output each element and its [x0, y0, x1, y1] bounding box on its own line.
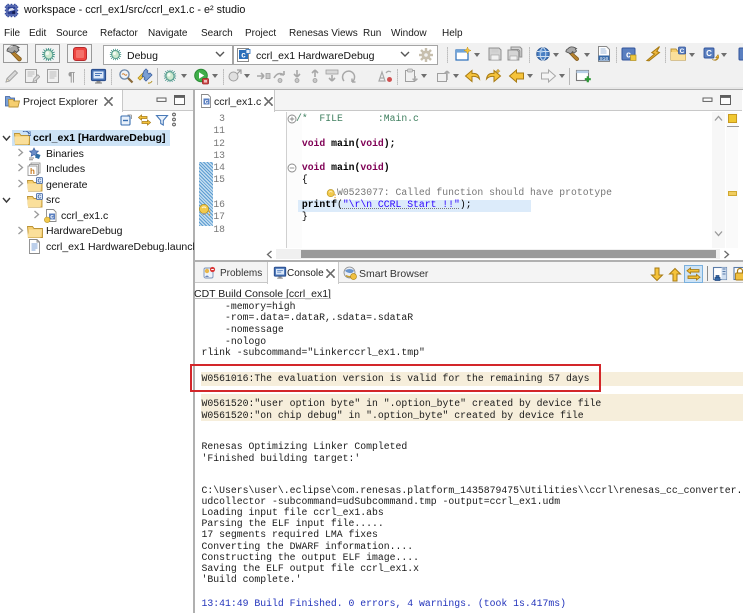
- svg-text:C: C: [706, 49, 712, 58]
- svg-text:C: C: [38, 178, 42, 184]
- svg-text:h: h: [30, 167, 35, 176]
- svg-text:S: S: [28, 132, 31, 138]
- svg-text:c: c: [50, 214, 54, 221]
- svg-text:c: c: [205, 99, 209, 106]
- svg-text:C: C: [38, 194, 42, 200]
- svg-text:c: c: [241, 50, 246, 59]
- svg-text:C: C: [680, 48, 685, 55]
- svg-text:010: 010: [600, 56, 609, 62]
